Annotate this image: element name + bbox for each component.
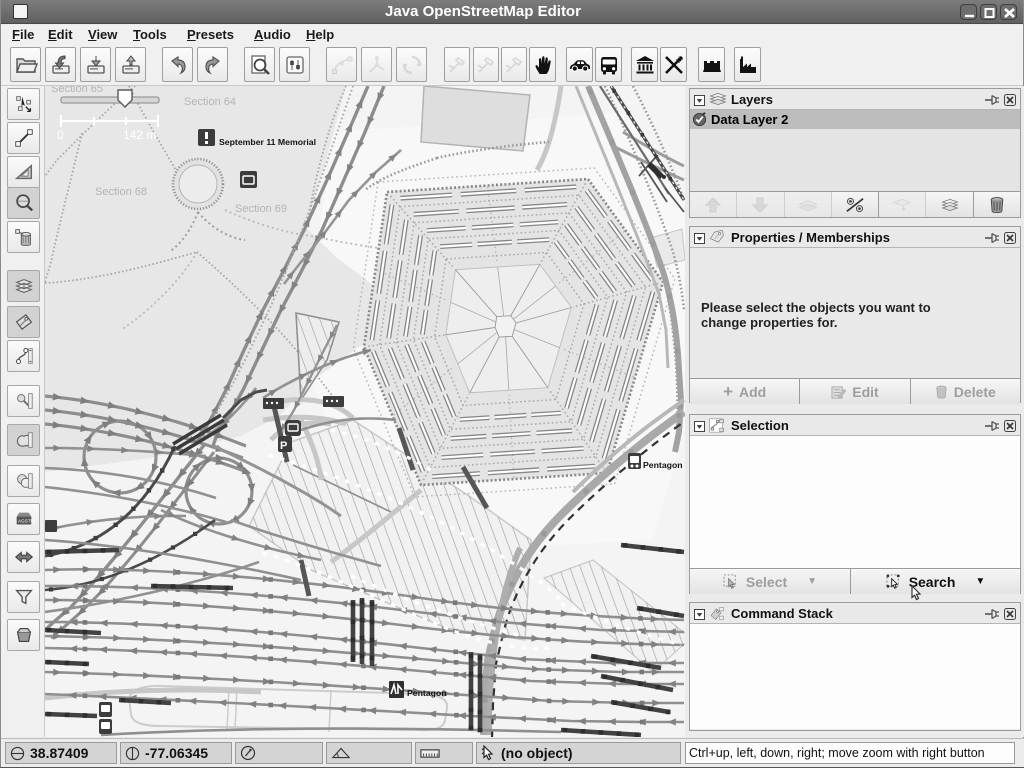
svg-text:Section 65: Section 65 [51, 86, 103, 95]
svg-text:Section 68: Section 68 [95, 186, 147, 198]
svg-text:September 11 Memorial: September 11 Memorial [219, 137, 316, 147]
svg-text:Section 69: Section 69 [235, 203, 287, 215]
svg-text:142 m: 142 m [123, 128, 156, 142]
svg-text:Pentagon: Pentagon [643, 460, 683, 470]
svg-text:0: 0 [57, 128, 64, 142]
svg-text:P: P [280, 440, 287, 452]
svg-text:Pentagon: Pentagon [407, 688, 447, 698]
svg-text:Section 64: Section 64 [184, 96, 236, 108]
svg-text:AGSTREE: AGSTREE [18, 519, 35, 524]
